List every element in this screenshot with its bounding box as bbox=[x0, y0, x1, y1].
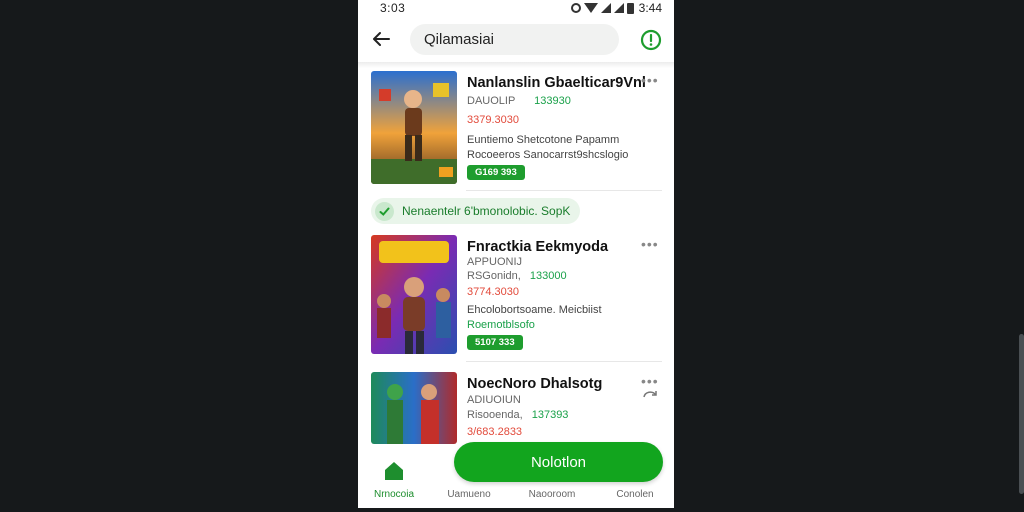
header-divider bbox=[358, 62, 674, 68]
description-line-2: Rocoeeros Sanocarrst9shcslogio bbox=[467, 149, 629, 161]
meta-count: 137393 bbox=[531, 409, 569, 421]
nav-label-home: Nrnocoia bbox=[373, 489, 415, 500]
status-time-right: 3:44 bbox=[638, 1, 662, 15]
check-icon bbox=[375, 201, 394, 221]
signal-icon-2 bbox=[613, 3, 624, 13]
meta-publisher: ADIUOIUN bbox=[467, 394, 521, 406]
price-text: 3774.3030 bbox=[467, 286, 519, 298]
meta-publisher: DAUOLIP bbox=[467, 95, 516, 107]
nav-label-4: Conolen bbox=[616, 489, 654, 500]
meta-publisher: APPUONIJ bbox=[467, 256, 523, 268]
description-line-2: Roemotblsofo bbox=[467, 318, 535, 333]
meta-count: 133930 bbox=[534, 95, 571, 107]
home-icon bbox=[385, 462, 403, 480]
primary-action-button[interactable]: Nolotlon bbox=[454, 442, 663, 482]
more-options-icon[interactable]: ••• bbox=[641, 236, 659, 252]
meta-line: RSGonidn, 133000 bbox=[467, 270, 567, 282]
description-line-1: Ehcolobortsoame. Meicbiist bbox=[467, 304, 602, 316]
window-scrollbar[interactable] bbox=[1019, 334, 1024, 494]
app-header bbox=[358, 20, 674, 62]
price-text: 3/683.2833 bbox=[467, 426, 523, 438]
meta-line: DAUOLIP 133930 bbox=[467, 95, 571, 107]
game-thumbnail[interactable] bbox=[371, 372, 457, 444]
get-button[interactable]: G169 393 bbox=[467, 165, 525, 180]
game-title[interactable]: Nanlanslin Gbaelticar9Vnl bbox=[467, 75, 646, 91]
battery-icon bbox=[626, 2, 634, 14]
divider bbox=[466, 190, 662, 191]
status-bar: 3:03 3:44 bbox=[358, 0, 674, 16]
badge-text: Nenaentelr 6'bmonolobic. SopK bbox=[402, 204, 571, 218]
arrow-left-icon[interactable] bbox=[370, 28, 392, 50]
price-text: 3379.3030 bbox=[467, 114, 519, 126]
game-title[interactable]: NoecNoro Dhalsotg bbox=[467, 376, 602, 392]
status-time: 3:03 bbox=[380, 1, 406, 15]
nav-label-3: Naooroom bbox=[528, 489, 576, 500]
phone-screen: 3:03 3:44 Qilamasiai Nanlanslin Gbaeltic… bbox=[358, 0, 674, 508]
description-green: Roemotblsofo bbox=[467, 319, 535, 331]
game-title[interactable]: Fnractkia Eekmyoda bbox=[467, 239, 608, 255]
nav-item-home[interactable]: Nrnocoia bbox=[359, 444, 429, 504]
meta-prefix: Risooenda, bbox=[467, 409, 523, 421]
more-options-icon[interactable]: ••• bbox=[641, 72, 659, 88]
divider bbox=[466, 361, 662, 362]
description-line-1: Euntiemo Shetcotone Papamm bbox=[467, 134, 620, 146]
nav-label-2: Uamueno bbox=[447, 489, 491, 500]
status-icons: 3:44 bbox=[570, 1, 662, 15]
wifi-icon bbox=[583, 3, 598, 13]
meta-line: Risooenda, 137393 bbox=[467, 409, 568, 421]
game-thumbnail[interactable] bbox=[371, 235, 457, 354]
refresh-icon[interactable] bbox=[642, 385, 658, 398]
meta-count: 133000 bbox=[529, 270, 567, 282]
game-thumbnail[interactable] bbox=[371, 71, 457, 184]
search-input[interactable] bbox=[410, 24, 619, 55]
alert-circle-icon[interactable] bbox=[640, 29, 662, 51]
status-badge[interactable]: Nenaentelr 6'bmonolobic. SopK bbox=[371, 198, 581, 224]
meta-prefix: RSGonidn, bbox=[467, 270, 521, 282]
get-button[interactable]: 5107 333 bbox=[467, 335, 523, 350]
clock-icon bbox=[570, 3, 581, 13]
signal-icon bbox=[600, 3, 611, 13]
